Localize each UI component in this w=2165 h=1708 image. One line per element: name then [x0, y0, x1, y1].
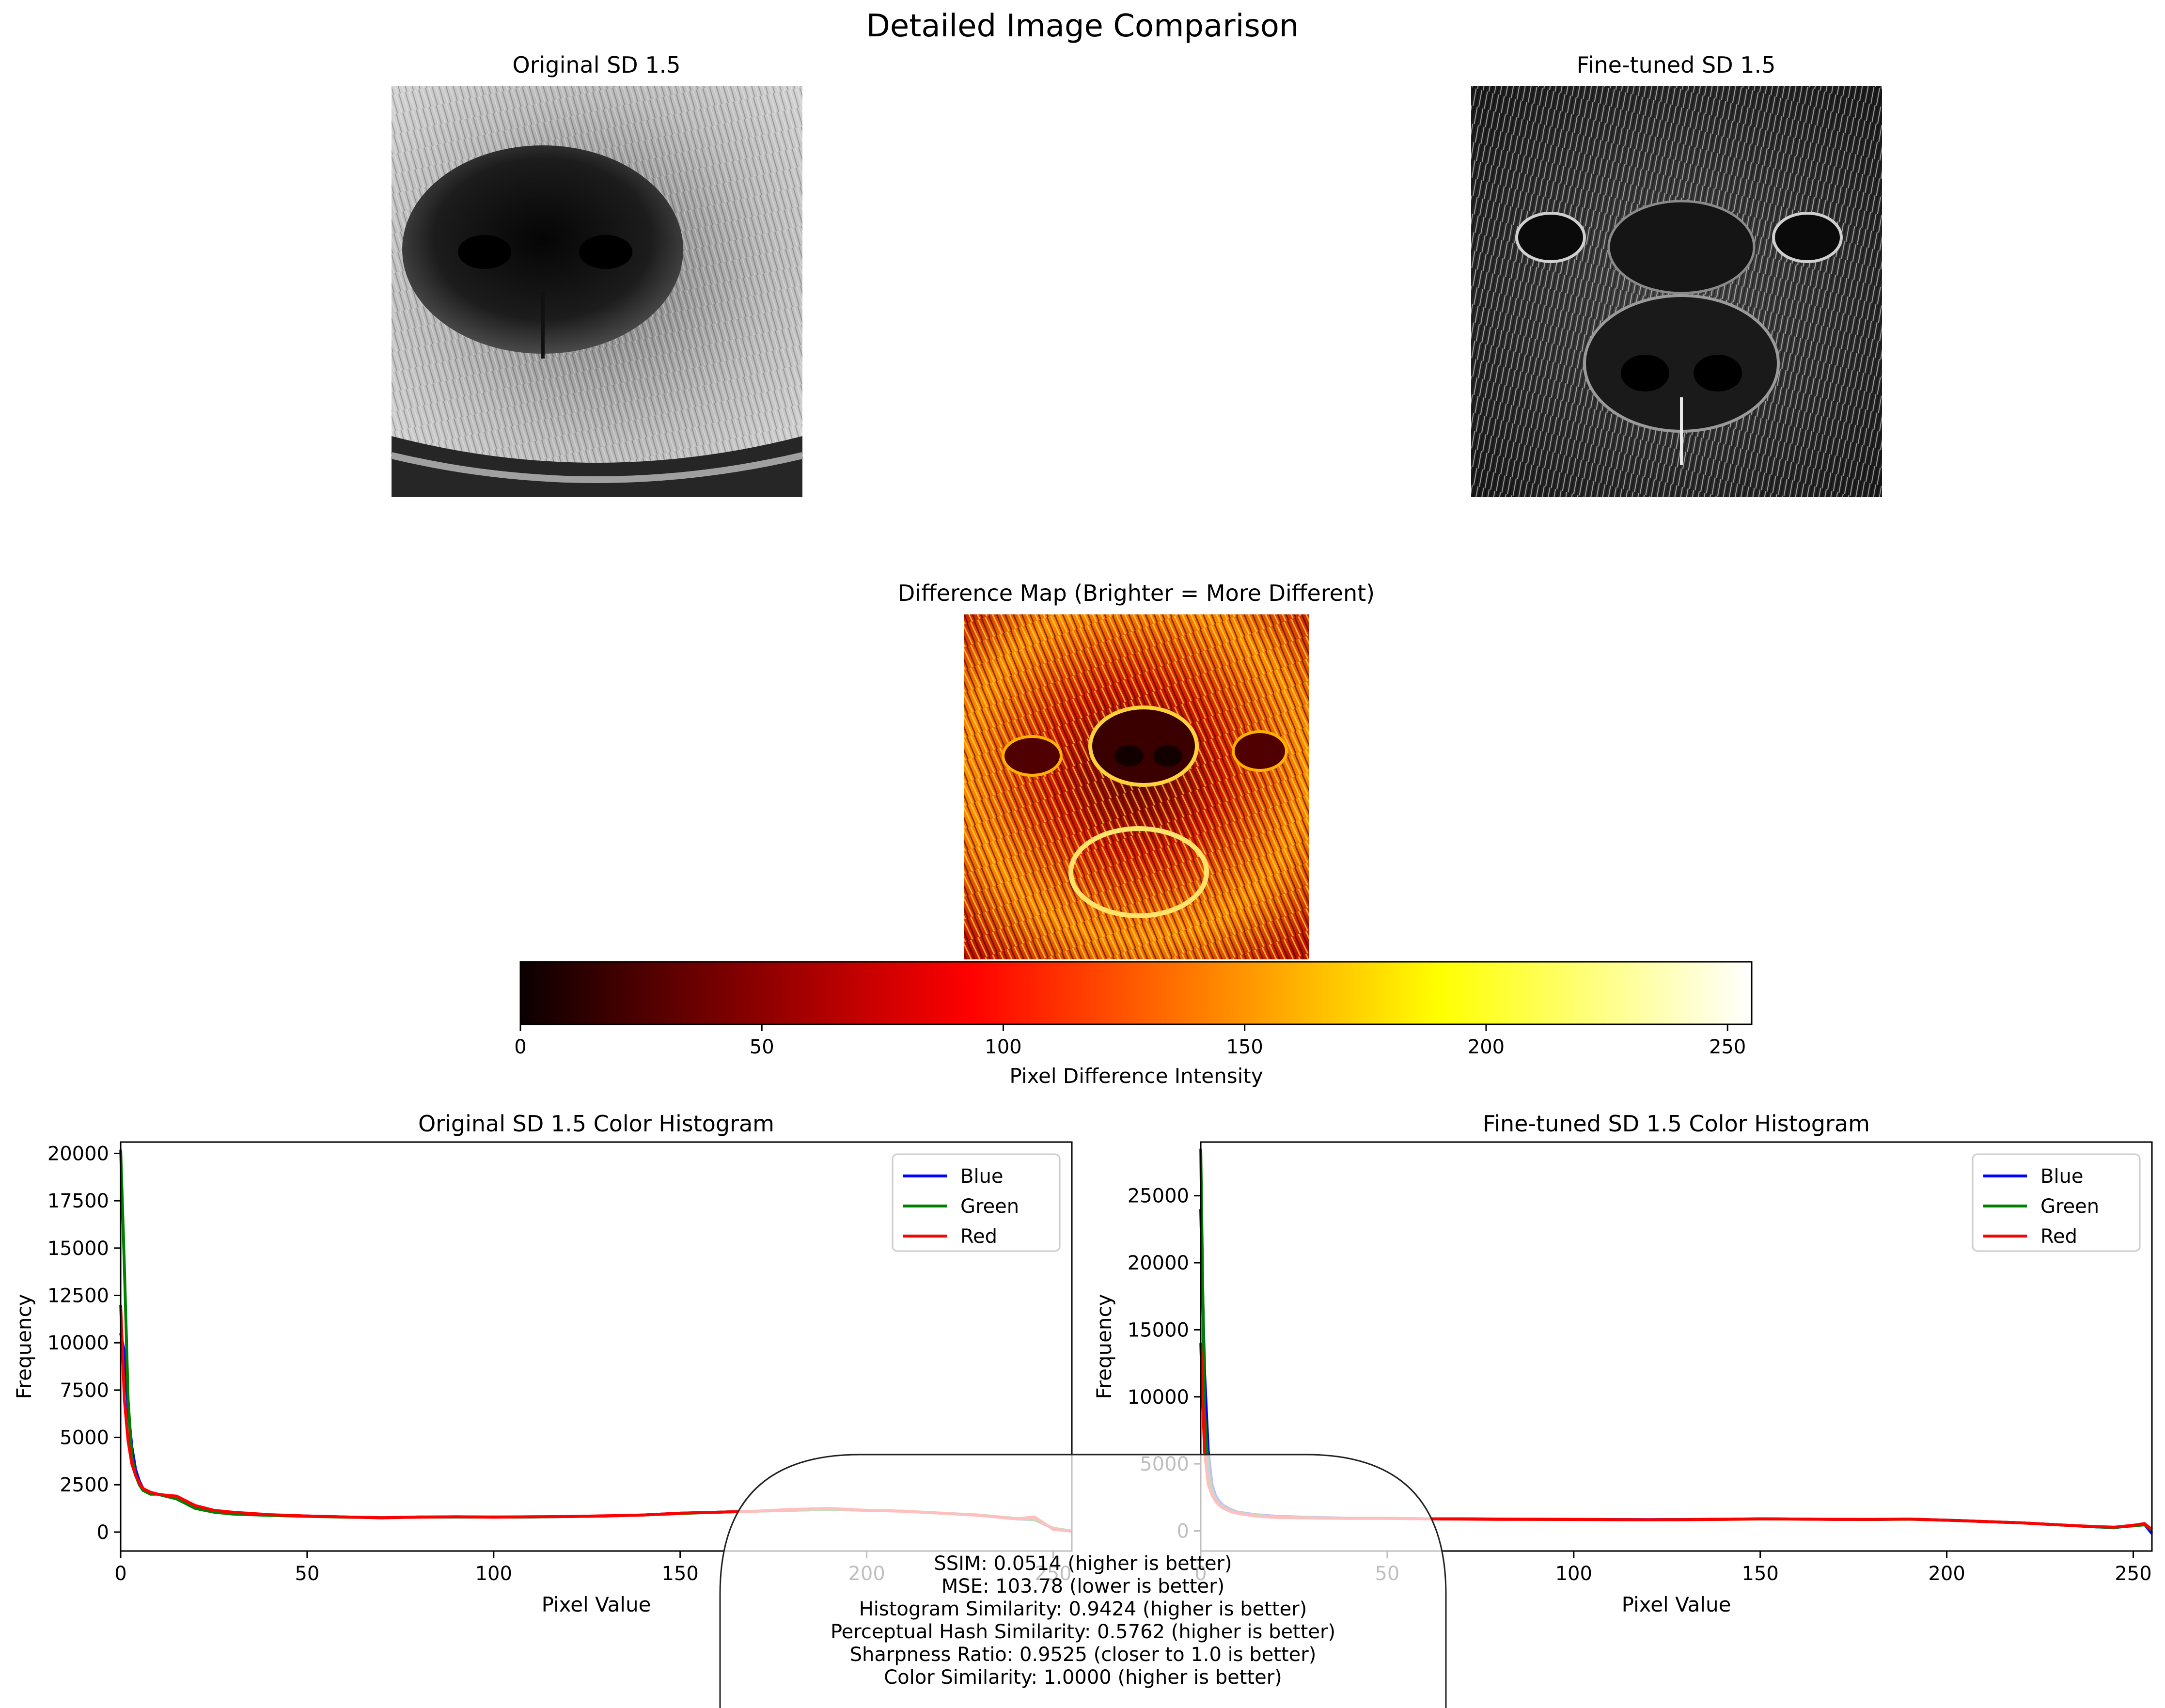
x-tick-label: 200 — [1928, 1563, 1965, 1585]
legend: Blue Green Red — [892, 1153, 1061, 1252]
colorbar: 0 50 100 150 200 250 Pixel Difference Intensi… — [514, 961, 1753, 1088]
y-tick-label: 20000 — [1128, 1252, 1189, 1274]
legend-label-blue: Blue — [960, 1165, 1004, 1188]
y-tick-label: 15000 — [1128, 1319, 1189, 1341]
y-tick-label: 7500 — [60, 1379, 109, 1402]
y-tick-label: 5000 — [60, 1427, 109, 1449]
original-image-title: Original SD 1.5 — [512, 52, 680, 78]
colorbar-tick-label: 100 — [985, 1036, 1021, 1058]
y-tick-label: 12500 — [47, 1285, 109, 1307]
x-tick-label: 0 — [114, 1563, 126, 1585]
y-tick-label: 10000 — [47, 1332, 109, 1354]
y-tick-label: 25000 — [1128, 1185, 1189, 1207]
colorbar-label: Pixel Difference Intensity — [1009, 1064, 1263, 1088]
x-tick-label: 150 — [1742, 1563, 1779, 1585]
colorbar-tick-label: 200 — [1468, 1036, 1505, 1058]
difference-map-title: Difference Map (Brighter = More Differen… — [898, 580, 1375, 606]
metric-line: Histogram Similarity: 0.9424 (higher is … — [859, 1598, 1307, 1620]
histogram-title: Fine-tuned SD 1.5 Color Histogram — [1483, 1111, 1870, 1137]
y-tick-label: 0 — [97, 1521, 109, 1544]
y-tick-label: 15000 — [47, 1238, 109, 1260]
y-tick-label: 2500 — [60, 1474, 109, 1496]
legend-label-red: Red — [2040, 1225, 2077, 1248]
original-image — [391, 86, 803, 497]
figure-title: Detailed Image Comparison — [866, 8, 1299, 44]
metrics-box: SSIM: 0.0514 (higher is better)MSE: 103.… — [719, 1454, 1447, 1708]
legend: Blue Green Red — [1972, 1153, 2141, 1252]
y-axis-label: Frequency — [1092, 1294, 1116, 1399]
colorbar-tick-label: 250 — [1709, 1036, 1746, 1058]
y-axis-label: Frequency — [12, 1294, 36, 1399]
comparison-figure: Detailed Image Comparison Original SD 1.… — [12, 8, 2153, 1708]
metric-line: Color Similarity: 1.0000 (higher is bett… — [884, 1666, 1282, 1689]
metric-line: MSE: 103.78 (lower is better) — [941, 1575, 1224, 1598]
x-tick-label: 50 — [295, 1563, 319, 1585]
x-tick-label: 150 — [662, 1563, 699, 1585]
finetuned-image-title: Fine-tuned SD 1.5 — [1577, 52, 1776, 78]
x-axis-label: Pixel Value — [1622, 1593, 1731, 1616]
legend-label-green: Green — [960, 1195, 1019, 1218]
x-tick-label: 100 — [475, 1563, 512, 1585]
finetuned-image — [1471, 86, 1882, 497]
difference-map-image — [964, 614, 1309, 959]
colorbar-ticks: 0 50 100 150 200 250 — [514, 1024, 1746, 1058]
y-tick-label: 10000 — [1128, 1386, 1189, 1409]
x-tick-label: 100 — [1555, 1563, 1592, 1585]
metric-line: Sharpness Ratio: 0.9525 (closer to 1.0 i… — [850, 1644, 1317, 1666]
histogram-title: Original SD 1.5 Color Histogram — [418, 1111, 774, 1137]
colorbar-tick-label: 150 — [1226, 1036, 1263, 1058]
metric-line: Perceptual Hash Similarity: 0.5762 (high… — [831, 1621, 1335, 1643]
metric-line: SSIM: 0.0514 (higher is better) — [934, 1552, 1232, 1575]
colorbar-tick-label: 0 — [514, 1036, 526, 1058]
colorbar-gradient — [519, 961, 1753, 1025]
x-axis-label: Pixel Value — [542, 1593, 651, 1616]
colorbar-tick-label: 50 — [750, 1036, 774, 1058]
y-tick-label: 20000 — [47, 1143, 109, 1165]
legend-label-red: Red — [960, 1225, 997, 1248]
legend-label-green: Green — [2040, 1195, 2099, 1218]
x-tick-label: 250 — [2115, 1563, 2151, 1585]
legend-label-blue: Blue — [2040, 1165, 2084, 1188]
y-tick-label: 17500 — [47, 1190, 109, 1212]
